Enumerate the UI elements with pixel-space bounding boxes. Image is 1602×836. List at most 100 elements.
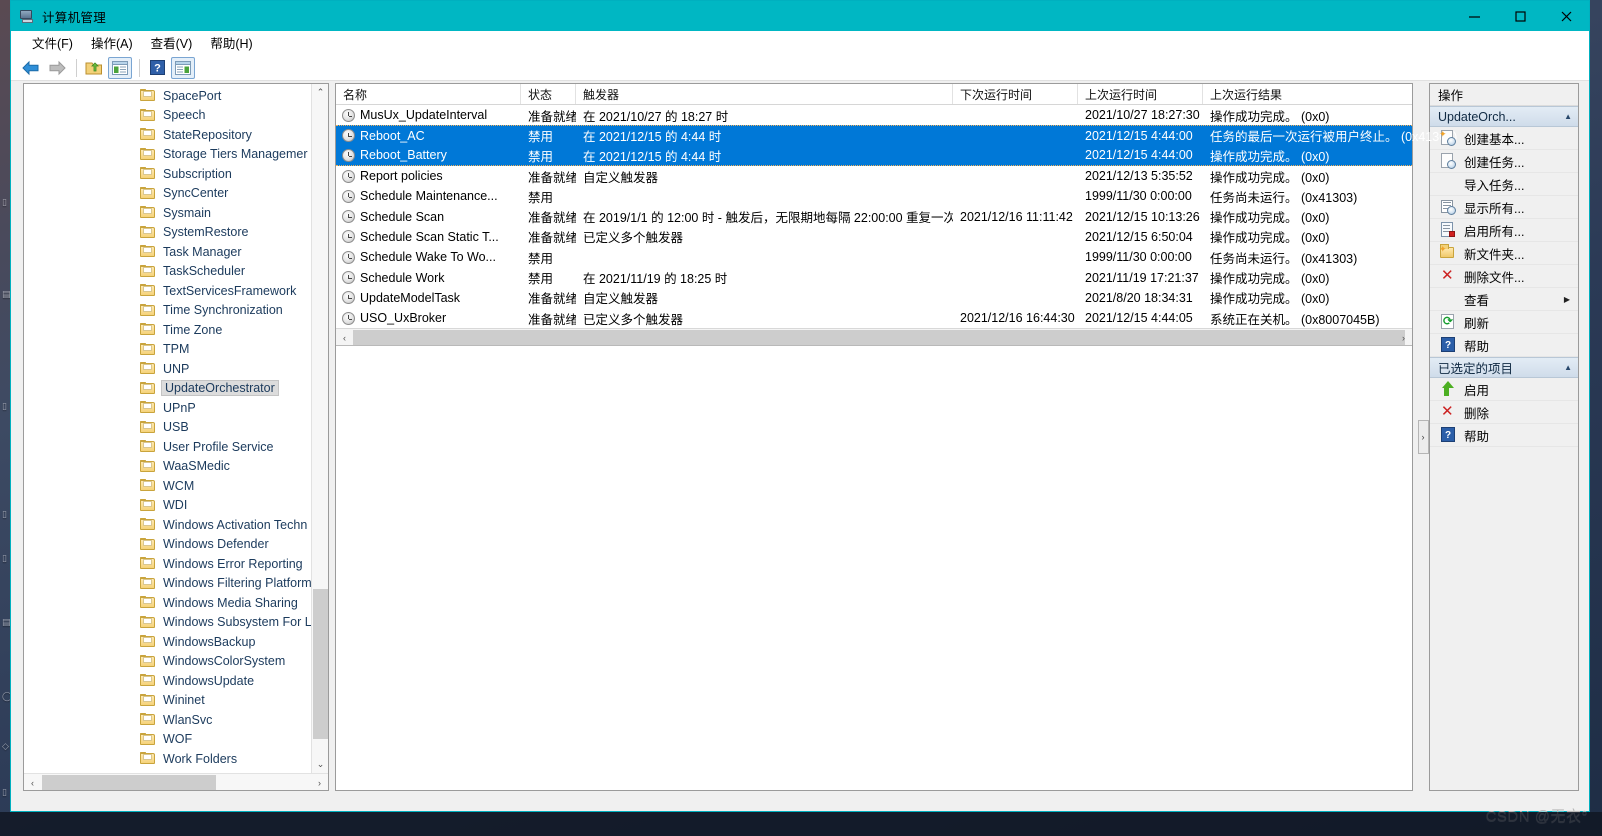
tree-item[interactable]: StateRepository (24, 125, 328, 145)
tree-item[interactable]: Windows Activation Techn (24, 515, 328, 535)
collapse-caret-icon[interactable]: ▲ (1564, 112, 1572, 121)
tree-item[interactable]: Sysmain (24, 203, 328, 223)
tree-item-label: TPM (163, 342, 190, 357)
action-item[interactable]: 创建任务... (1430, 150, 1578, 173)
table-row[interactable]: Reboot_AC 禁用 在 2021/12/15 的 4:44 时 2021/12/… (336, 125, 1457, 146)
tree-item[interactable]: WindowsColorSystem (24, 652, 328, 672)
action-item[interactable]: ✦ 新文件夹... (1430, 242, 1578, 265)
column-header-trigger[interactable]: 触发器 (576, 84, 953, 104)
tree-item[interactable]: Windows Defender (24, 535, 328, 555)
tree-item[interactable]: Windows Error Reporting (24, 554, 328, 574)
cell-text: Schedule Scan Static T... (360, 229, 499, 244)
list-scroll-right-icon[interactable]: › (1395, 329, 1412, 346)
forward-icon[interactable] (45, 57, 69, 79)
table-row[interactable]: Schedule Maintenance... 禁用 1999/11/30 0:00… (336, 186, 1412, 206)
tree-item[interactable]: SpacePort (24, 86, 328, 106)
tree-scroll-up-icon[interactable]: ⌃ (312, 84, 328, 101)
menu-help[interactable]: 帮助(H) (201, 31, 261, 54)
tree-item[interactable]: SystemRestore (24, 223, 328, 243)
tree-item[interactable]: Windows Filtering Platform (24, 574, 328, 594)
tree-item[interactable]: TaskScheduler (24, 262, 328, 282)
table-row[interactable]: Reboot_Battery 禁用 在 2021/12/15 的 4:44 时 202… (336, 145, 1412, 166)
column-header-next_run[interactable]: 下次运行时间 (953, 84, 1078, 104)
menu-view[interactable]: 查看(V) (142, 31, 202, 54)
tree-item[interactable]: Storage Tiers Managemer (24, 145, 328, 165)
cell-trigger: 在 2021/10/27 的 18:27 时 (576, 106, 953, 125)
list-scroll-left-icon[interactable]: ‹ (336, 329, 353, 346)
tree-item[interactable]: Wininet (24, 691, 328, 711)
tree-item[interactable]: WindowsUpdate (24, 671, 328, 691)
tree-item[interactable]: Windows Subsystem For L (24, 613, 328, 633)
expand-actions-pane-icon[interactable]: › (1417, 420, 1429, 454)
column-header-name[interactable]: 名称 (336, 84, 521, 104)
tree-item[interactable]: Windows Media Sharing (24, 593, 328, 613)
tree-scroll-left-icon[interactable]: ‹ (24, 774, 41, 791)
tree-hscroll-thumb[interactable] (42, 775, 216, 790)
task-list-horizontal-scrollbar[interactable]: ‹ › (336, 328, 1412, 346)
show-hide-console-tree-icon[interactable] (108, 56, 132, 79)
tree-item[interactable]: Time Synchronization (24, 301, 328, 321)
tree-item-label: Subscription (163, 166, 232, 181)
up-folder-icon[interactable] (82, 57, 106, 79)
action-item[interactable]: 启用所有... (1430, 219, 1578, 242)
tree-scroll-down-icon[interactable]: ⌄ (312, 756, 328, 773)
tree-item[interactable]: WDI (24, 496, 328, 516)
tree-item[interactable]: UPnP (24, 398, 328, 418)
tree-item[interactable]: Speech (24, 106, 328, 126)
list-hscroll-thumb[interactable] (353, 330, 1405, 346)
minimize-button[interactable] (1451, 1, 1497, 31)
tree-item[interactable]: TextServicesFramework (24, 281, 328, 301)
tree-item[interactable]: User Profile Service (24, 437, 328, 457)
action-item-label: 创建基本... (1464, 132, 1525, 147)
table-row[interactable]: Schedule Scan Static T... 准备就绪 已定义多个触发器 202… (336, 227, 1412, 247)
tree-item[interactable]: WOF (24, 730, 328, 750)
tree-item[interactable]: UpdateOrchestrator (24, 379, 328, 399)
table-row[interactable]: UpdateModelTask 准备就绪 自定义触发器 2021/8/20 18:34… (336, 288, 1412, 308)
action-item[interactable]: ✕ 删除文件... (1430, 265, 1578, 288)
action-item[interactable]: 导入任务... (1430, 173, 1578, 196)
tree-item[interactable]: WindowsBackup (24, 632, 328, 652)
table-row[interactable]: Schedule Work 禁用 在 2021/11/19 的 18:25 时 202… (336, 267, 1412, 287)
tree-item[interactable]: WlanSvc (24, 710, 328, 730)
actions-group-header[interactable]: 已选定的项目 ▲ (1430, 357, 1578, 378)
tree-item[interactable]: Work Folders (24, 749, 328, 769)
column-header-status[interactable]: 状态 (521, 84, 576, 104)
folder-icon (140, 498, 155, 512)
action-item[interactable]: ✦ 创建基本... (1430, 127, 1578, 150)
tree-item[interactable]: Task Manager (24, 242, 328, 262)
tree-scroll-right-icon[interactable]: › (311, 774, 328, 791)
tree-item[interactable]: Time Zone (24, 320, 328, 340)
tree-item[interactable]: SyncCenter (24, 184, 328, 204)
folder-icon (140, 323, 155, 336)
table-row[interactable]: USO_UxBroker 准备就绪 已定义多个触发器 2021/12/16 16:44… (336, 308, 1412, 328)
table-row[interactable]: Schedule Scan 准备就绪在 2019/1/1 的 12:00 时 - … (336, 206, 1412, 226)
table-row[interactable]: Report policies 准备就绪 自定义触发器 2021/12/13 5:35… (336, 166, 1412, 186)
tree-item[interactable]: UNP (24, 359, 328, 379)
action-item[interactable]: 查看 ▶ (1430, 288, 1578, 311)
show-hide-action-pane-icon[interactable] (171, 56, 195, 79)
action-item[interactable]: ✕ 删除 (1430, 401, 1578, 424)
tree-item[interactable]: USB (24, 418, 328, 438)
tree-item[interactable]: TPM (24, 340, 328, 360)
action-item[interactable]: 显示所有... (1430, 196, 1578, 219)
tree-vertical-scrollbar[interactable]: ⌃ ⌄ (311, 84, 328, 773)
menu-file[interactable]: 文件(F) (23, 31, 82, 54)
menu-action[interactable]: 操作(A) (82, 31, 142, 54)
tree-item[interactable]: Subscription (24, 164, 328, 184)
back-icon[interactable] (19, 57, 43, 79)
close-button[interactable] (1543, 1, 1589, 31)
maximize-button[interactable] (1497, 1, 1543, 31)
collapse-caret-icon[interactable]: ▲ (1564, 363, 1572, 372)
tree-item[interactable]: WaaSMedic (24, 457, 328, 477)
action-item[interactable]: ? 帮助 (1430, 334, 1578, 357)
column-header-last_run[interactable]: 上次运行时间 (1078, 84, 1203, 104)
action-item[interactable]: 启用 (1430, 378, 1578, 401)
tree-item[interactable]: WCM (24, 476, 328, 496)
tree-scroll-thumb[interactable] (313, 589, 328, 739)
action-item[interactable]: 刷新 (1430, 311, 1578, 334)
table-row[interactable]: MusUx_UpdateInterval 准备就绪在 2021/10/27 的 1… (336, 105, 1412, 125)
action-item[interactable]: ? 帮助 (1430, 424, 1578, 447)
table-row[interactable]: Schedule Wake To Wo... 禁用 1999/11/30 0:00:… (336, 247, 1412, 267)
help-icon[interactable]: ? (145, 57, 169, 79)
tree-horizontal-scrollbar[interactable]: ‹ › (24, 773, 328, 790)
